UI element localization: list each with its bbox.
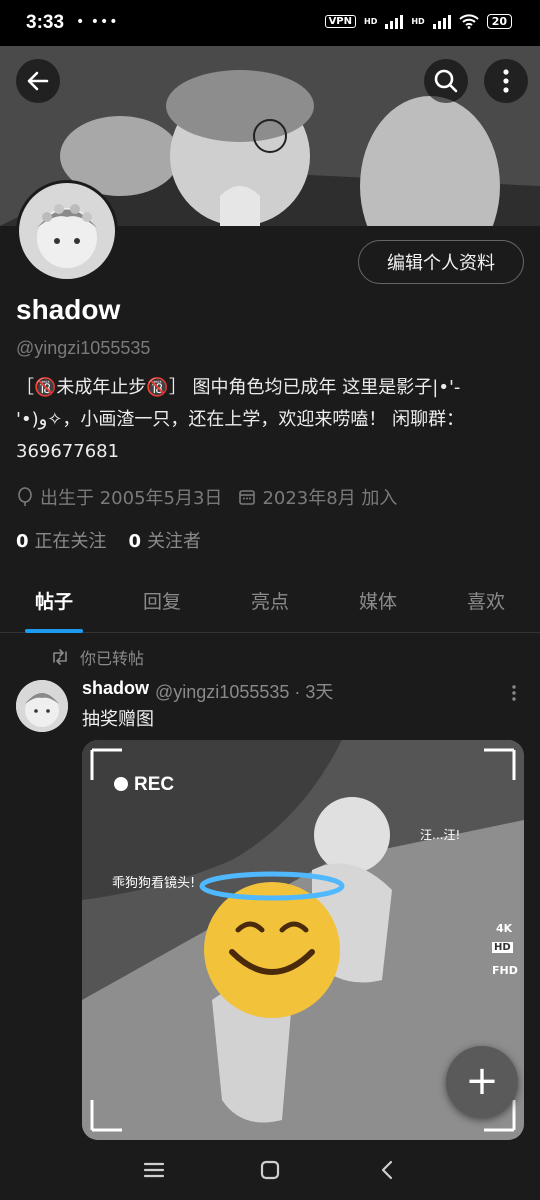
post-header: shadow @yingzi1055535 · 3天: [82, 678, 333, 704]
status-time: 3:33: [26, 12, 65, 33]
notification-dots: • •••: [76, 14, 119, 30]
repost-icon: [53, 649, 67, 665]
avatar-illustration: [19, 183, 115, 279]
tab-media[interactable]: 媒体: [324, 574, 432, 632]
follow-stats: 0 正在关注 0 关注者: [16, 527, 201, 553]
profile-handle: @yingzi1055535: [16, 338, 151, 358]
search-button[interactable]: [424, 59, 468, 103]
tab-posts[interactable]: 帖子: [0, 574, 108, 632]
followers-link[interactable]: 0 关注者: [129, 527, 202, 553]
signal-icon: [385, 13, 404, 29]
system-nav-bar: [0, 1140, 540, 1200]
more-vertical-icon: [503, 69, 509, 93]
calendar-icon: [239, 490, 256, 505]
following-count: 0: [16, 531, 29, 552]
quality-hd: HD: [492, 942, 513, 953]
birth-date: 出生于 2005年5月3日: [40, 488, 223, 509]
rec-label: REC: [134, 774, 175, 795]
following-label: 正在关注: [34, 531, 107, 552]
post-author[interactable]: shadow: [82, 678, 149, 704]
avatar-illustration-small: [16, 680, 68, 732]
profile-meta: 出生于 2005年5月3日 2023年8月 加入: [16, 484, 397, 510]
search-icon: [434, 69, 458, 93]
edit-profile-button[interactable]: 编辑个人资料: [358, 240, 524, 284]
tab-highlights[interactable]: 亮点: [216, 574, 324, 632]
profile-tabs: 帖子 回复 亮点 媒体 喜欢: [0, 574, 540, 633]
following-link[interactable]: 0 正在关注: [16, 527, 107, 553]
back-button[interactable]: [16, 59, 60, 103]
status-icons: VPN HD HD 20: [324, 13, 512, 29]
post-handle-time: @yingzi1055535 · 3天: [155, 682, 334, 702]
arrow-left-icon: [27, 71, 49, 91]
status-bar: 3:33 • ••• VPN HD HD 20: [0, 0, 540, 46]
followers-label: 关注者: [147, 531, 202, 552]
signal-hd-label-1: HD: [364, 16, 378, 26]
post-more-button[interactable]: [508, 684, 520, 702]
repost-indicator: 你已转帖: [50, 645, 144, 669]
post-avatar[interactable]: [16, 680, 68, 732]
signal-icon-2: [432, 13, 451, 29]
followers-count: 0: [128, 531, 142, 552]
more-vertical-icon: [512, 685, 516, 701]
quality-4k: 4K: [496, 922, 513, 935]
media-caption-right: 汪...汪!: [420, 828, 461, 842]
home-square-icon[interactable]: [256, 1156, 284, 1184]
more-button[interactable]: [484, 59, 528, 103]
tab-replies[interactable]: 回复: [108, 574, 216, 632]
tab-likes[interactable]: 喜欢: [432, 574, 540, 632]
profile-bio: ［🔞未成年止步🔞］ 图中角色均已成年 这里是影子|•'-'•)و✧，小画渣一只，…: [16, 377, 465, 462]
quality-fhd: FHD: [492, 964, 518, 977]
battery-icon: 20: [486, 13, 512, 29]
menu-icon[interactable]: [140, 1156, 168, 1184]
wifi-icon: [458, 14, 479, 29]
post-text: 抽奖赠图: [82, 709, 154, 730]
profile-name: shadow: [16, 294, 121, 325]
balloon-icon: [18, 487, 32, 506]
vpn-badge: VPN: [324, 14, 356, 28]
compose-button[interactable]: +: [446, 1046, 518, 1118]
profile-avatar[interactable]: [16, 180, 118, 282]
signal-hd-label-2: HD: [411, 16, 425, 26]
join-date: 2023年8月 加入: [262, 488, 398, 509]
repost-label: 你已转帖: [80, 649, 145, 668]
back-chevron-icon[interactable]: [374, 1156, 402, 1184]
media-caption-left: 乖狗狗看镜头!: [112, 876, 196, 891]
